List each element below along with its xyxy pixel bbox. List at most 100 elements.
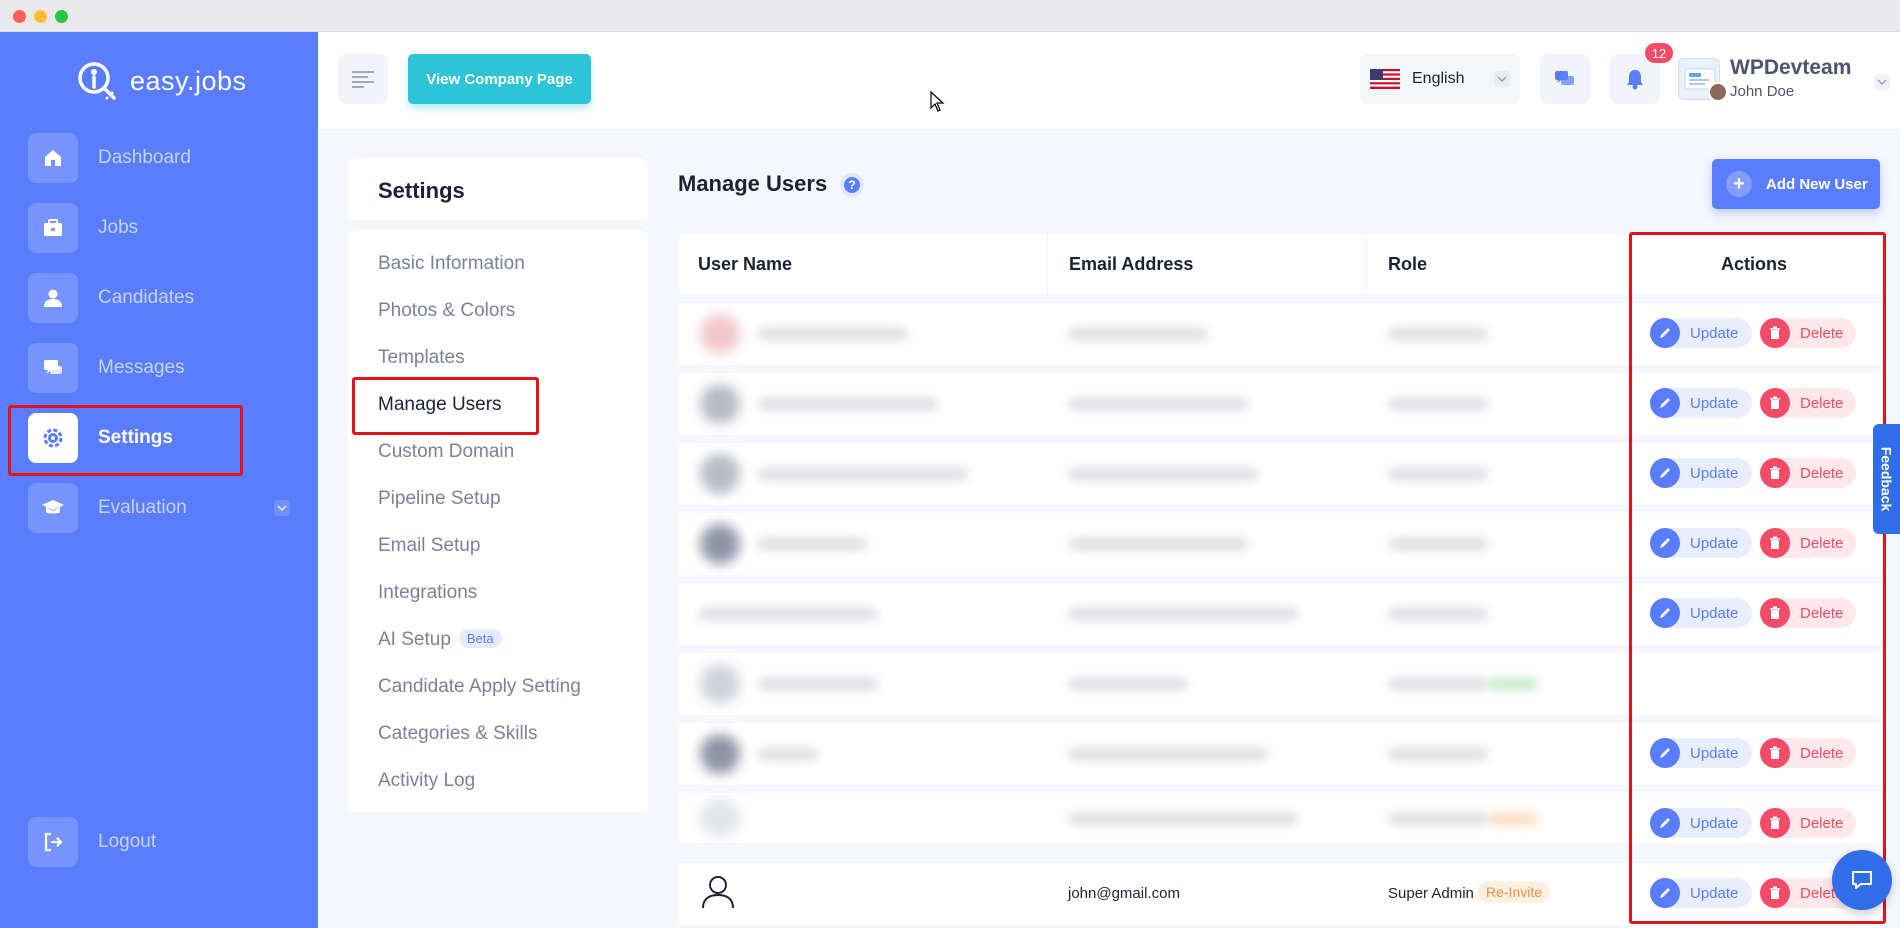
- trash-icon: [1760, 738, 1790, 768]
- avatar: [700, 524, 740, 564]
- brand[interactable]: easy.jobs: [76, 60, 247, 102]
- delete-button[interactable]: Delete: [1760, 738, 1856, 768]
- help-icon[interactable]: ?: [840, 173, 864, 197]
- add-new-user-button[interactable]: + Add New User: [1712, 159, 1880, 209]
- messages-button[interactable]: [1540, 54, 1590, 104]
- column-divider: [1366, 234, 1367, 294]
- sidebar-item-evaluation[interactable]: Evaluation: [28, 483, 290, 533]
- re-invite-badge[interactable]: Re-Invite: [1478, 881, 1551, 903]
- user-name-blurred: [698, 608, 878, 620]
- language-select[interactable]: English: [1360, 54, 1520, 104]
- sidebar-item-candidates[interactable]: Candidates: [28, 273, 290, 323]
- mouse-cursor-icon: [930, 91, 945, 112]
- window-titlebar: [0, 0, 1900, 32]
- column-header-email[interactable]: Email Address: [1069, 254, 1193, 275]
- user-avatar: [1708, 82, 1728, 102]
- user-name-blurred: [758, 748, 818, 760]
- email-blurred: [1068, 608, 1298, 620]
- company-name: WPDevteam: [1730, 56, 1852, 79]
- chat-bubble-icon: [1852, 871, 1872, 889]
- delete-button[interactable]: Delete: [1760, 528, 1856, 558]
- email-blurred: [1068, 398, 1248, 410]
- settings-link-basic-information[interactable]: Basic Information: [378, 253, 525, 275]
- delete-button[interactable]: Delete: [1760, 388, 1856, 418]
- view-company-page-button[interactable]: View Company Page: [408, 54, 591, 104]
- feedback-label: Feedback: [1878, 446, 1895, 512]
- default-avatar-icon: [700, 875, 736, 914]
- notification-count-badge: 12: [1645, 43, 1673, 63]
- update-button[interactable]: Update: [1650, 598, 1752, 628]
- settings-link-email-setup[interactable]: Email Setup: [378, 535, 480, 557]
- update-button[interactable]: Update: [1650, 808, 1752, 838]
- column-header-actions: Actions: [1721, 254, 1788, 274]
- settings-title: Settings: [378, 178, 465, 203]
- users-table-header: User Name Email Address Role Actions: [678, 234, 1882, 294]
- sidebar: easy.jobs Dashboard Jobs Candidates Mess…: [0, 32, 318, 928]
- menu-toggle-button[interactable]: [338, 54, 388, 104]
- delete-button[interactable]: Delete: [1760, 458, 1856, 488]
- chevron-down-icon[interactable]: [274, 500, 290, 521]
- settings-link-integrations[interactable]: Integrations: [378, 582, 477, 604]
- settings-link-ai-setup[interactable]: AI Setup Beta: [378, 629, 502, 651]
- close-window-button[interactable]: [13, 10, 26, 23]
- avatar: [700, 384, 740, 424]
- update-label: Update: [1690, 324, 1739, 342]
- beta-badge: Beta: [458, 629, 502, 648]
- topbar: View Company Page English 12 WPDevteam J…: [318, 32, 1900, 129]
- add-new-user-label: Add New User: [1766, 175, 1868, 193]
- delete-button[interactable]: Delete: [1760, 598, 1856, 628]
- settings-link-templates[interactable]: Templates: [378, 347, 465, 369]
- role-blurred: [1388, 678, 1488, 690]
- sidebar-item-label: Messages: [98, 357, 185, 378]
- settings-link-pipeline-setup[interactable]: Pipeline Setup: [378, 488, 501, 510]
- column-header-role[interactable]: Role: [1388, 254, 1427, 275]
- settings-link-candidate-apply-setting[interactable]: Candidate Apply Setting: [378, 676, 581, 698]
- table-row: [678, 653, 1882, 715]
- settings-link-manage-users[interactable]: Manage Users: [378, 394, 502, 416]
- avatar: [700, 734, 740, 774]
- column-header-user-name[interactable]: User Name: [698, 254, 792, 275]
- feedback-tab[interactable]: Feedback: [1873, 424, 1900, 534]
- update-button[interactable]: Update: [1650, 458, 1752, 488]
- user-name-blurred: [758, 678, 878, 690]
- delete-label: Delete: [1800, 604, 1844, 622]
- settings-link-activity-log[interactable]: Activity Log: [378, 770, 475, 792]
- update-button[interactable]: Update: [1650, 318, 1752, 348]
- settings-link-ai-setup-label: AI Setup: [378, 629, 451, 650]
- update-button[interactable]: Update: [1650, 738, 1752, 768]
- settings-link-photos-colors[interactable]: Photos & Colors: [378, 300, 515, 322]
- sidebar-item-dashboard[interactable]: Dashboard: [28, 133, 290, 183]
- update-button[interactable]: Update: [1650, 388, 1752, 418]
- delete-button[interactable]: Delete: [1760, 808, 1856, 838]
- minimize-window-button[interactable]: [34, 10, 47, 23]
- delete-label: Delete: [1800, 464, 1844, 482]
- pencil-icon: [1650, 808, 1680, 838]
- live-chat-button[interactable]: [1832, 850, 1892, 910]
- delete-label: Delete: [1800, 324, 1844, 342]
- settings-link-custom-domain[interactable]: Custom Domain: [378, 441, 514, 463]
- update-button[interactable]: Update: [1650, 528, 1752, 558]
- settings-link-categories-skills[interactable]: Categories & Skills: [378, 723, 537, 745]
- pencil-icon: [1650, 388, 1680, 418]
- logout-button[interactable]: Logout: [28, 817, 290, 867]
- maximize-window-button[interactable]: [55, 10, 68, 23]
- avatar: [700, 454, 740, 494]
- update-button[interactable]: Update: [1650, 878, 1752, 908]
- status-badge-blurred: [1488, 678, 1538, 690]
- user-name-blurred: [758, 398, 938, 410]
- graduation-cap-icon: [28, 483, 78, 533]
- easyjobs-logo-icon: [76, 60, 118, 102]
- pencil-icon: [1650, 598, 1680, 628]
- sidebar-item-settings[interactable]: Settings: [28, 413, 290, 463]
- update-label: Update: [1690, 814, 1739, 832]
- delete-button[interactable]: Delete: [1760, 318, 1856, 348]
- chevron-down-icon[interactable]: [1874, 74, 1890, 95]
- email-blurred: [1068, 748, 1268, 760]
- logout-icon: [28, 817, 78, 867]
- sidebar-item-jobs[interactable]: Jobs: [28, 203, 290, 253]
- sidebar-item-label: Jobs: [98, 217, 139, 238]
- brand-name: easy.jobs: [130, 65, 247, 96]
- update-label: Update: [1690, 884, 1739, 902]
- sidebar-item-messages[interactable]: Messages: [28, 343, 290, 393]
- user-name-blurred: [758, 538, 868, 550]
